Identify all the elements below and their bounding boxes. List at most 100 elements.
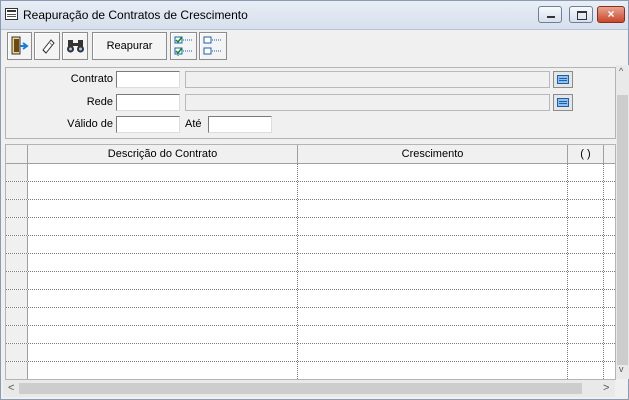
cell-check[interactable] <box>568 200 604 217</box>
cell-check[interactable] <box>568 254 604 271</box>
reapurar-button[interactable]: Reapurar <box>92 32 167 60</box>
grid-header: Descrição do Contrato Crescimento ( ) <box>6 145 615 164</box>
exit-button[interactable] <box>7 32 32 60</box>
exit-icon <box>11 36 29 55</box>
cell-crescimento[interactable] <box>298 182 568 199</box>
cell-crescimento[interactable] <box>298 308 568 325</box>
cell-check[interactable] <box>568 164 604 181</box>
valido-de-label: Válido de <box>67 118 113 130</box>
cell-check[interactable] <box>568 236 604 253</box>
row-indicator[interactable] <box>6 218 28 235</box>
ate-input[interactable] <box>208 116 272 133</box>
table-row[interactable] <box>6 290 615 308</box>
cell-crescimento[interactable] <box>298 164 568 181</box>
table-row[interactable] <box>6 272 615 290</box>
cell-descricao[interactable] <box>28 344 298 361</box>
toolbar: Reapurar <box>1 30 628 64</box>
cell-descricao[interactable] <box>28 236 298 253</box>
cell-crescimento[interactable] <box>298 272 568 289</box>
cell-crescimento[interactable] <box>298 344 568 361</box>
scroll-down-arrow[interactable]: v <box>619 361 624 378</box>
minimize-button[interactable] <box>538 6 562 23</box>
cell-check[interactable] <box>568 290 604 307</box>
lookup-icon <box>557 98 569 107</box>
cell-crescimento[interactable] <box>298 254 568 271</box>
row-indicator[interactable] <box>6 236 28 253</box>
cell-descricao[interactable] <box>28 272 298 289</box>
row-indicator[interactable] <box>6 326 28 343</box>
table-row[interactable] <box>6 200 615 218</box>
table-row[interactable] <box>6 236 615 254</box>
erase-button[interactable] <box>34 32 60 60</box>
table-row[interactable] <box>6 344 615 362</box>
window-menu-icon[interactable] <box>5 8 18 20</box>
cell-check[interactable] <box>568 344 604 361</box>
valido-de-input[interactable] <box>116 116 180 133</box>
find-button[interactable] <box>62 32 88 60</box>
cell-crescimento[interactable] <box>298 290 568 307</box>
binoculars-icon <box>67 40 84 53</box>
rede-lookup-button[interactable] <box>553 94 573 111</box>
ate-label: Até <box>185 118 202 130</box>
cell-descricao[interactable] <box>28 326 298 343</box>
filter-panel: Contrato Rede Válido de Até <box>5 67 616 139</box>
close-button[interactable]: × <box>597 6 625 23</box>
table-row[interactable] <box>6 182 615 200</box>
column-header-crescimento[interactable]: Crescimento <box>298 145 568 163</box>
cell-check[interactable] <box>568 326 604 343</box>
table-row[interactable] <box>6 254 615 272</box>
cell-crescimento[interactable] <box>298 218 568 235</box>
cell-crescimento[interactable] <box>298 362 568 379</box>
contrato-code-input[interactable] <box>116 71 180 88</box>
table-row[interactable] <box>6 218 615 236</box>
row-indicator[interactable] <box>6 308 28 325</box>
cell-check[interactable] <box>568 362 604 379</box>
row-indicator[interactable] <box>6 182 28 199</box>
maximize-button[interactable] <box>569 6 593 23</box>
table-row[interactable] <box>6 326 615 344</box>
column-header-descricao[interactable]: Descrição do Contrato <box>28 145 298 163</box>
cell-check[interactable] <box>568 308 604 325</box>
rede-code-input[interactable] <box>116 94 180 111</box>
row-indicator[interactable] <box>6 362 28 379</box>
cell-descricao[interactable] <box>28 218 298 235</box>
row-indicator[interactable] <box>6 272 28 289</box>
cell-crescimento[interactable] <box>298 200 568 217</box>
horizontal-scrollbar[interactable]: < > <box>3 380 615 397</box>
row-indicator[interactable] <box>6 344 28 361</box>
check-list-icon <box>174 36 193 56</box>
scroll-right-arrow[interactable]: > <box>603 380 609 397</box>
vertical-scroll-thumb[interactable] <box>617 95 628 365</box>
check-all-button[interactable] <box>170 32 197 60</box>
row-indicator[interactable] <box>6 254 28 271</box>
row-indicator[interactable] <box>6 200 28 217</box>
table-row[interactable] <box>6 308 615 326</box>
row-indicator[interactable] <box>6 290 28 307</box>
contracts-grid: Descrição do Contrato Crescimento ( ) <box>5 144 616 380</box>
cell-crescimento[interactable] <box>298 236 568 253</box>
cell-descricao[interactable] <box>28 308 298 325</box>
table-row[interactable] <box>6 362 615 379</box>
cell-descricao[interactable] <box>28 254 298 271</box>
contrato-lookup-button[interactable] <box>553 71 573 88</box>
uncheck-all-button[interactable] <box>199 32 227 60</box>
eraser-icon <box>42 39 55 54</box>
cell-check[interactable] <box>568 218 604 235</box>
cell-descricao[interactable] <box>28 200 298 217</box>
scroll-left-arrow[interactable]: < <box>8 380 14 397</box>
vertical-scrollbar[interactable]: ^ v <box>616 65 629 379</box>
column-header-check[interactable]: ( ) <box>568 145 604 163</box>
cell-crescimento[interactable] <box>298 326 568 343</box>
grid-body <box>6 164 615 379</box>
cell-descricao[interactable] <box>28 290 298 307</box>
cell-descricao[interactable] <box>28 362 298 379</box>
cell-check[interactable] <box>568 272 604 289</box>
row-indicator[interactable] <box>6 164 28 181</box>
cell-descricao[interactable] <box>28 164 298 181</box>
horizontal-scroll-thumb[interactable] <box>19 383 582 394</box>
cell-check[interactable] <box>568 182 604 199</box>
table-row[interactable] <box>6 164 615 182</box>
scroll-up-arrow[interactable]: ^ <box>619 63 623 80</box>
rede-description-field <box>185 94 550 111</box>
cell-descricao[interactable] <box>28 182 298 199</box>
